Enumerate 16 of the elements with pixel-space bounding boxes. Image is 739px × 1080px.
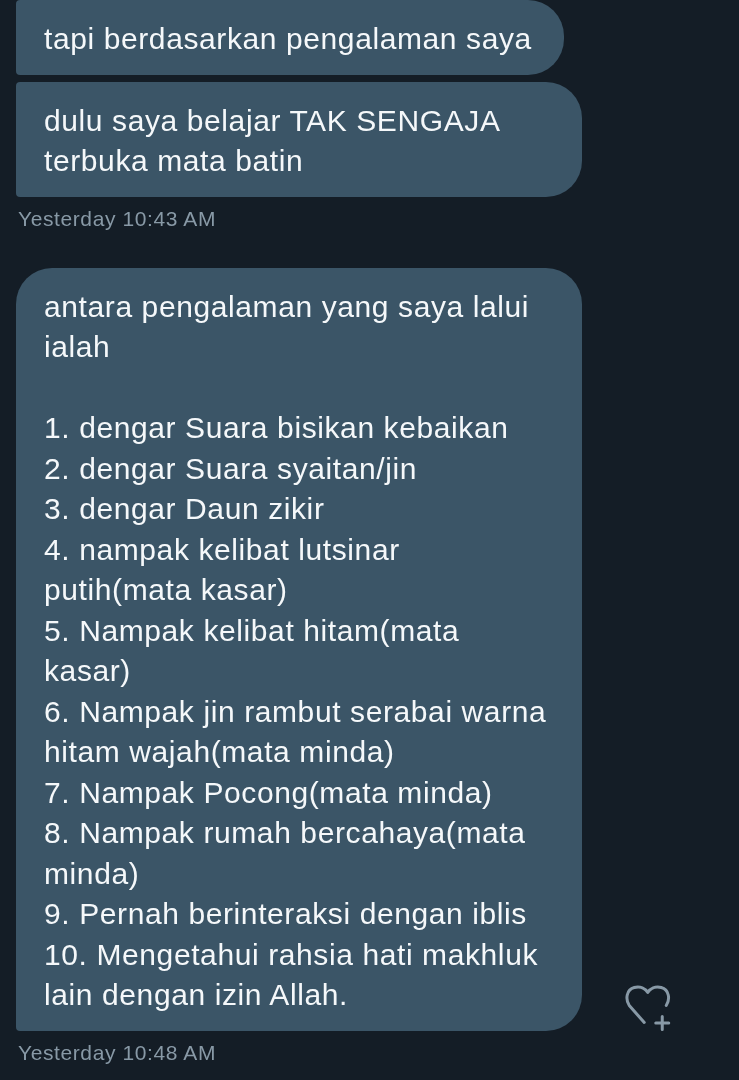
list-item: 4. nampak kelibat lutsinar putih(mata kasar) [44, 531, 401, 608]
list-item: 7. Nampak Pocong(mata minda) [44, 774, 494, 811]
list-item: 10. Mengetahui rahsia hati makhluk lain dengan izin Allah. [44, 936, 539, 1013]
list-item: 5. Nampak kelibat hitam(mata kasar) [44, 612, 461, 689]
message-timestamp: Yesterday 10:48 AM [18, 1040, 216, 1065]
list-item: 1. dengar Suara bisikan kebaikan [44, 410, 510, 446]
list-item: 3. dengar Daun zikir [44, 491, 326, 527]
message-text: tapi berdasarkan pengalaman saya [44, 21, 532, 57]
list-item: 8. Nampak rumah bercahaya(mata minda) [44, 815, 527, 892]
message-text: dulu saya belajar TAK SENGAJA terbuka mata batin [44, 102, 501, 179]
list-item: 9. Pernah berinteraksi dengan iblis [44, 896, 528, 932]
list-item: 2. dengar Suara syaitan/jin [44, 450, 419, 487]
message-text: antara pengalaman yang saya lalui ialah [44, 288, 531, 365]
list-item: 6. Nampak jin rambut serabai warna hitam wajah(mata minda) [44, 693, 548, 770]
message-timestamp: Yesterday 10:43 AM [18, 206, 216, 231]
heart-plus-icon[interactable] [624, 984, 671, 1031]
